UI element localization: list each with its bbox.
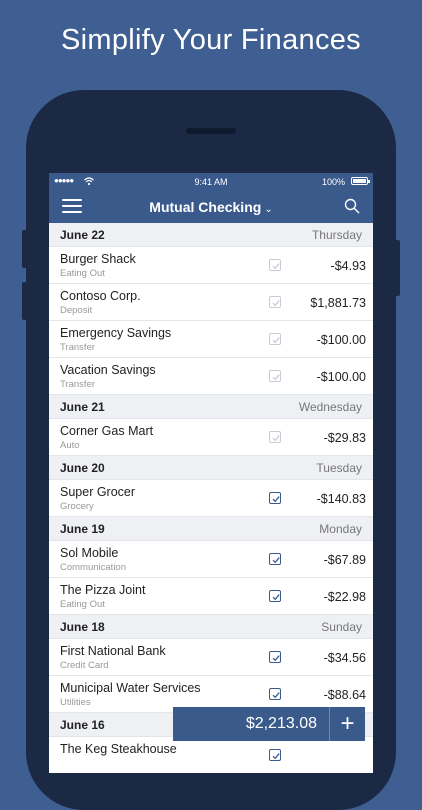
cleared-checkbox[interactable] xyxy=(269,333,281,345)
transaction-amount: -$100.00 xyxy=(316,333,366,347)
transaction-payee: Emergency Savings xyxy=(60,326,172,340)
transaction-payee: Sol Mobile xyxy=(60,546,119,560)
date-header-date: June 22 xyxy=(60,228,105,242)
transaction-row[interactable]: The Pizza Joint Eating Out -$22.98 xyxy=(49,578,373,615)
transaction-payee: Vacation Savings xyxy=(60,363,156,377)
transaction-list[interactable]: June 22 Thursday Burger Shack Eating Out -$4… xyxy=(49,223,373,773)
date-header-day: Tuesday xyxy=(316,461,362,475)
transaction-payee: First National Bank xyxy=(60,644,166,658)
cleared-checkbox[interactable] xyxy=(269,431,281,443)
battery-percent: 100% xyxy=(321,177,345,187)
headline: Simplify Your Finances xyxy=(61,24,361,56)
transaction-row[interactable]: Contoso Corp. Deposit $1,881.73 xyxy=(49,284,373,321)
transaction-amount: -$22.98 xyxy=(323,590,366,604)
date-header-day: Wednesday xyxy=(298,400,362,414)
battery-icon xyxy=(351,177,370,185)
account-selector[interactable]: Mutual Checking ⌄ xyxy=(49,199,373,215)
transaction-payee: The Pizza Joint xyxy=(60,583,146,597)
cleared-checkbox[interactable] xyxy=(269,296,281,308)
date-header-date: June 19 xyxy=(60,522,105,536)
transaction-category: Eating Out xyxy=(60,599,105,610)
date-header: June 19 Monday xyxy=(49,517,373,541)
balance-bar: $2,213.08 + xyxy=(173,707,365,741)
transaction-row[interactable]: Emergency Savings Transfer -$100.00 xyxy=(49,321,373,358)
date-header-day: Monday xyxy=(319,522,362,536)
transaction-payee: Municipal Water Services xyxy=(60,681,201,695)
account-title: Mutual Checking xyxy=(149,199,262,215)
date-header: June 22 Thursday xyxy=(49,223,373,247)
transaction-amount: -$88.64 xyxy=(323,688,366,702)
transaction-payee: Burger Shack xyxy=(60,252,136,266)
cleared-checkbox[interactable] xyxy=(269,590,281,602)
date-header: June 21 Wednesday xyxy=(49,395,373,419)
transaction-amount: $1,881.73 xyxy=(310,296,366,310)
transaction-category: Utilities xyxy=(60,697,91,708)
transaction-payee: Super Grocer xyxy=(60,485,136,499)
transaction-amount: -$67.89 xyxy=(323,553,366,567)
transaction-payee: Contoso Corp. xyxy=(60,289,141,303)
chevron-down-icon: ⌄ xyxy=(264,204,273,215)
date-header-date: June 21 xyxy=(60,400,105,414)
add-transaction-button[interactable]: + xyxy=(330,710,365,738)
transaction-category: Transfer xyxy=(60,379,96,390)
transaction-amount: -$140.83 xyxy=(316,492,366,506)
phone-side-button xyxy=(22,282,27,320)
transaction-category: Eating Out xyxy=(60,268,105,279)
transaction-category: Deposit xyxy=(60,305,93,316)
cleared-checkbox[interactable] xyxy=(269,553,281,565)
status-bar: ●●●●● 9:41 AM 100% xyxy=(49,173,373,190)
cleared-checkbox[interactable] xyxy=(269,749,281,761)
app-screen: ●●●●● 9:41 AM 100% Mutual Checking ⌄ June… xyxy=(49,173,373,773)
cleared-checkbox[interactable] xyxy=(269,370,281,382)
date-header-date: June 18 xyxy=(60,620,105,634)
transaction-row[interactable]: Super Grocer Grocery -$140.83 xyxy=(49,480,373,517)
transaction-row[interactable]: Burger Shack Eating Out -$4.93 xyxy=(49,247,373,284)
phone-power-button xyxy=(395,240,400,296)
transaction-amount: -$34.56 xyxy=(323,651,366,665)
nav-bar: Mutual Checking ⌄ xyxy=(49,190,373,223)
cleared-checkbox[interactable] xyxy=(269,688,281,700)
transaction-row[interactable]: Sol Mobile Communication -$67.89 xyxy=(49,541,373,578)
transaction-category: Grocery xyxy=(60,501,94,512)
date-header-date: June 20 xyxy=(60,461,105,475)
transaction-amount: -$4.93 xyxy=(330,259,366,273)
cleared-checkbox[interactable] xyxy=(269,259,281,271)
cleared-checkbox[interactable] xyxy=(269,651,281,663)
transaction-row[interactable]: First National Bank Credit Card -$34.56 xyxy=(49,639,373,676)
transaction-category: Communication xyxy=(60,562,126,573)
transaction-payee: The Keg Steakhouse xyxy=(60,742,177,756)
balance-total: $2,213.08 xyxy=(245,715,317,732)
transaction-category: Credit Card xyxy=(60,660,109,671)
transaction-row[interactable]: The Keg Steakhouse xyxy=(49,737,373,773)
cleared-checkbox[interactable] xyxy=(269,492,281,504)
transaction-payee: Corner Gas Mart xyxy=(60,424,154,438)
transaction-amount: -$29.83 xyxy=(323,431,366,445)
transaction-amount: -$100.00 xyxy=(316,370,366,384)
transaction-row[interactable]: Corner Gas Mart Auto -$29.83 xyxy=(49,419,373,456)
date-header-day: Thursday xyxy=(311,228,362,242)
date-header: June 18 Sunday xyxy=(49,615,373,639)
date-header-day: Sunday xyxy=(321,620,362,634)
search-icon[interactable] xyxy=(344,198,360,214)
transaction-row[interactable]: Vacation Savings Transfer -$100.00 xyxy=(49,358,373,395)
phone-side-button xyxy=(22,230,27,268)
phone-speaker xyxy=(186,128,236,134)
transaction-category: Transfer xyxy=(60,342,96,353)
date-header-date: June 16 xyxy=(60,718,105,732)
date-header: June 20 Tuesday xyxy=(49,456,373,480)
transaction-category: Auto xyxy=(60,440,80,451)
